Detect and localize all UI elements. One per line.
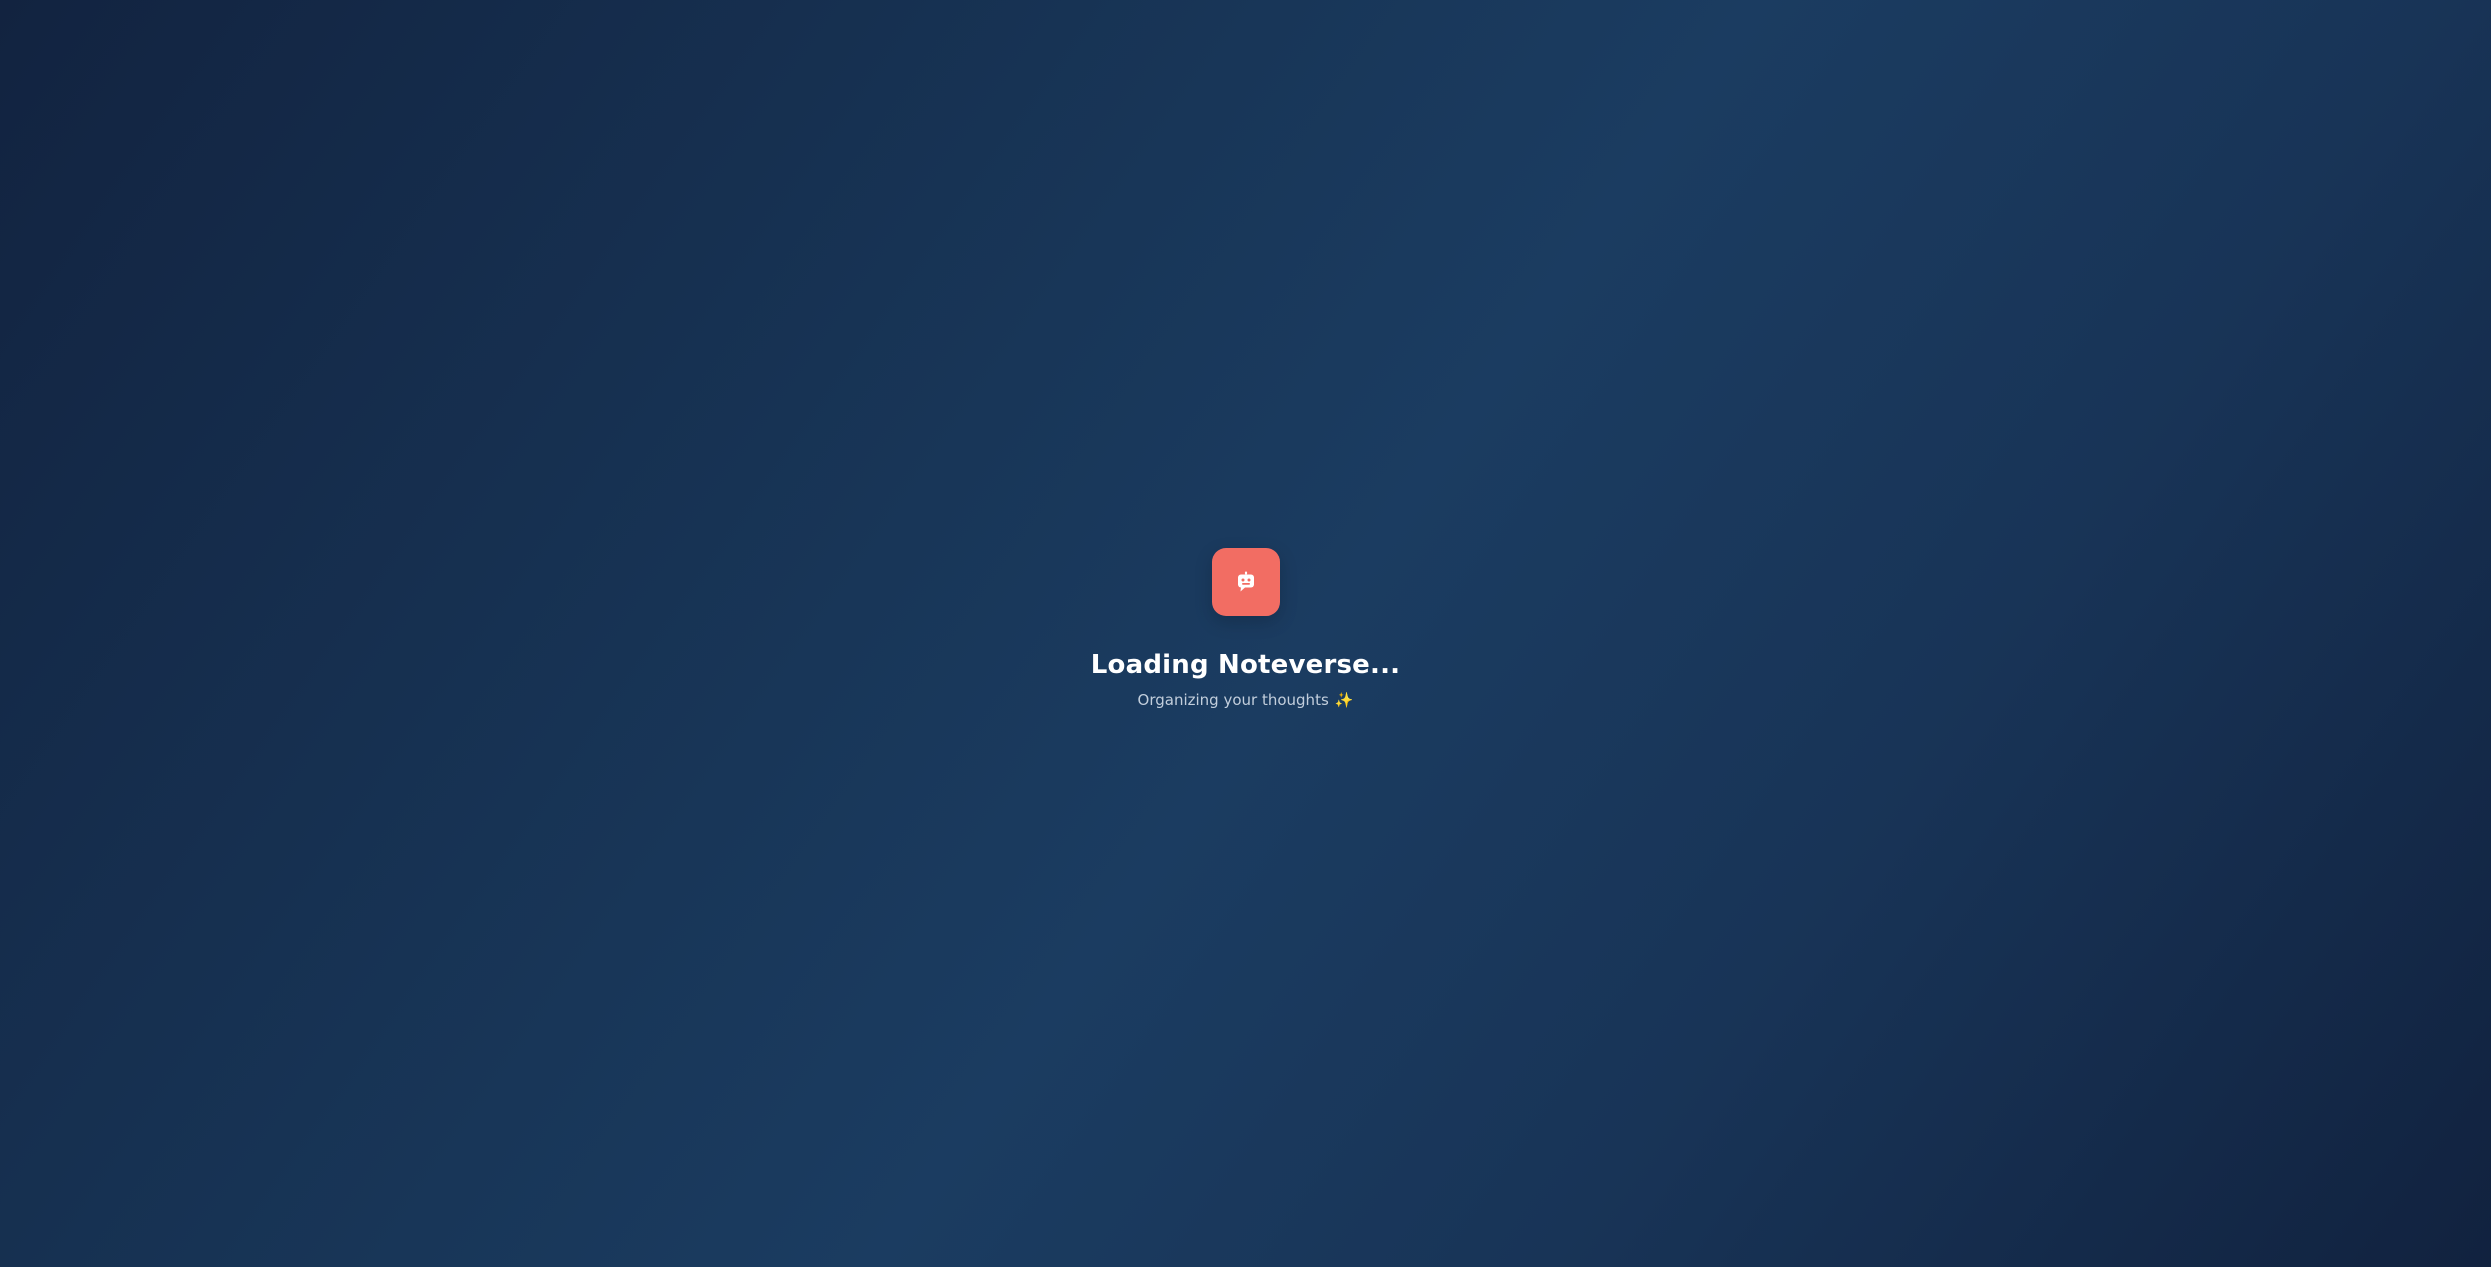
loading-subtitle: Organizing your thoughts ✨ bbox=[1138, 690, 1354, 710]
loading-title: Loading Noteverse... bbox=[1090, 650, 1401, 680]
loading-subtitle-text: Organizing your thoughts bbox=[1137, 691, 1329, 709]
sparkle-icon: ✨ bbox=[1334, 691, 1354, 709]
loading-screen: Loading Noteverse... Organizing your tho… bbox=[0, 548, 2491, 710]
robot-chat-icon bbox=[1237, 571, 1254, 592]
app-logo bbox=[1211, 548, 1280, 616]
